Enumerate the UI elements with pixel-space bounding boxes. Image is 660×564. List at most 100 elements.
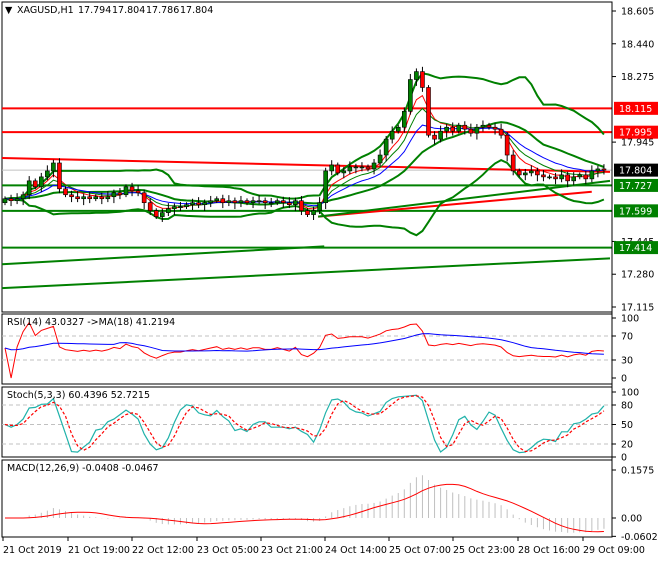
candle-body xyxy=(335,164,341,174)
candle-body xyxy=(32,180,38,188)
price-level-badge-label: 17.995 xyxy=(619,128,652,139)
candle-body xyxy=(371,162,377,170)
candle-body xyxy=(20,194,26,200)
time-tick-label: 25 Oct 23:00 xyxy=(453,545,515,556)
time-tick-label: 23 Oct 21:00 xyxy=(261,545,323,556)
candle-body xyxy=(111,192,117,198)
price-tick-label: 18.440 xyxy=(621,39,654,50)
ohlc-close: 17.804 xyxy=(180,5,213,16)
candle-body xyxy=(401,111,407,128)
candle-body xyxy=(395,126,401,132)
candle-body xyxy=(14,198,20,202)
indicator-tick-label: -0.0602 xyxy=(621,532,658,543)
ohlc-low: 17.786 xyxy=(146,5,179,16)
candle xyxy=(408,73,413,115)
candle-body xyxy=(468,128,474,134)
indicator-tick-label: 100 xyxy=(621,314,639,325)
candle-body xyxy=(69,194,74,198)
candle-body xyxy=(166,208,171,213)
candle-body xyxy=(329,164,335,172)
candle-body xyxy=(535,170,540,176)
candle-body xyxy=(172,206,177,209)
candle-body xyxy=(438,130,443,140)
candle-body xyxy=(63,188,68,196)
candle-body xyxy=(141,192,147,204)
candle-body xyxy=(480,124,486,128)
candle-body xyxy=(498,128,504,136)
indicator-tick-label: 50 xyxy=(621,420,633,431)
candle-body xyxy=(87,196,92,200)
price-level-badge-label: 17.599 xyxy=(619,206,652,217)
candle-body xyxy=(353,166,359,169)
time-tick-label: 21 Oct 19:00 xyxy=(68,545,130,556)
candle-body xyxy=(341,170,347,174)
candle xyxy=(426,85,431,138)
candle-body xyxy=(293,200,298,205)
candle-body xyxy=(244,200,250,204)
collapse-triangle-icon[interactable]: ▼ xyxy=(5,5,13,16)
indicator-tick-label: 30 xyxy=(621,356,633,367)
candle-body xyxy=(553,176,558,180)
candle-body xyxy=(238,200,244,204)
candle-body xyxy=(462,124,468,130)
candle-body xyxy=(26,180,32,196)
candle-body xyxy=(389,130,395,140)
candle-body xyxy=(305,210,310,215)
candle-body xyxy=(541,174,546,178)
candle-body xyxy=(99,196,105,200)
candle-body xyxy=(516,170,522,176)
price-level-badge-label: 18.115 xyxy=(619,104,652,115)
price-level-badge-label: 17.727 xyxy=(619,181,652,192)
candle-body xyxy=(280,200,286,204)
candle-body xyxy=(377,154,383,164)
trading-chart[interactable]: 18.60518.44018.27517.94517.44517.28017.1… xyxy=(0,0,660,560)
indicator-tick-label: 0.1575 xyxy=(621,466,654,477)
candle-body xyxy=(444,126,449,132)
candle-body xyxy=(601,168,607,171)
candle-body xyxy=(93,196,99,200)
candle-body xyxy=(256,200,262,203)
candle-body xyxy=(347,166,353,172)
price-tick-label: 18.275 xyxy=(621,72,654,83)
price-pane[interactable] xyxy=(1,1,613,313)
candle-body xyxy=(184,204,189,207)
indicator-tick-label: 80 xyxy=(621,401,633,412)
candle-body xyxy=(268,202,274,205)
indicator-tick-label: 0 xyxy=(621,453,627,464)
candle-body xyxy=(583,174,589,180)
candle-body xyxy=(208,200,213,204)
price-level-badge-label: 17.414 xyxy=(619,243,652,254)
candle-body xyxy=(299,200,304,211)
candle-body xyxy=(214,198,220,202)
candle-body xyxy=(565,174,570,182)
candle-body xyxy=(2,198,8,204)
indicator-tick-label: 70 xyxy=(621,332,633,343)
candle-body xyxy=(595,168,601,172)
candle-body xyxy=(147,202,153,211)
candle-body xyxy=(129,186,135,192)
candle-body xyxy=(589,170,595,180)
time-tick-label: 24 Oct 14:00 xyxy=(325,545,387,556)
indicator-tick-label: 20 xyxy=(621,440,633,451)
candle-body xyxy=(522,172,528,176)
candle-body xyxy=(226,200,232,204)
time-tick-label: 21 Oct 2019 xyxy=(3,545,62,556)
candle xyxy=(323,167,328,210)
candle-body xyxy=(160,212,165,217)
candle-body xyxy=(420,71,425,88)
candle-body xyxy=(426,87,431,136)
candle-body xyxy=(51,162,56,172)
price-tick-label: 17.945 xyxy=(621,138,654,149)
candle-body xyxy=(105,196,111,200)
rsi-label: RSI(14) 43.0327 ->MA(18) 41.2194 xyxy=(7,317,175,328)
price-tick-label: 17.115 xyxy=(621,303,654,314)
time-tick-label: 23 Oct 05:00 xyxy=(197,545,259,556)
time-tick-label: 22 Oct 12:00 xyxy=(132,545,194,556)
candle-body xyxy=(456,124,462,132)
candle-body xyxy=(359,166,365,169)
candle-body xyxy=(323,170,328,204)
candle-body xyxy=(232,200,238,204)
price-tick-label: 17.280 xyxy=(621,270,654,281)
candle-body xyxy=(311,210,316,215)
ohlc-high: 17.804 xyxy=(112,5,145,16)
